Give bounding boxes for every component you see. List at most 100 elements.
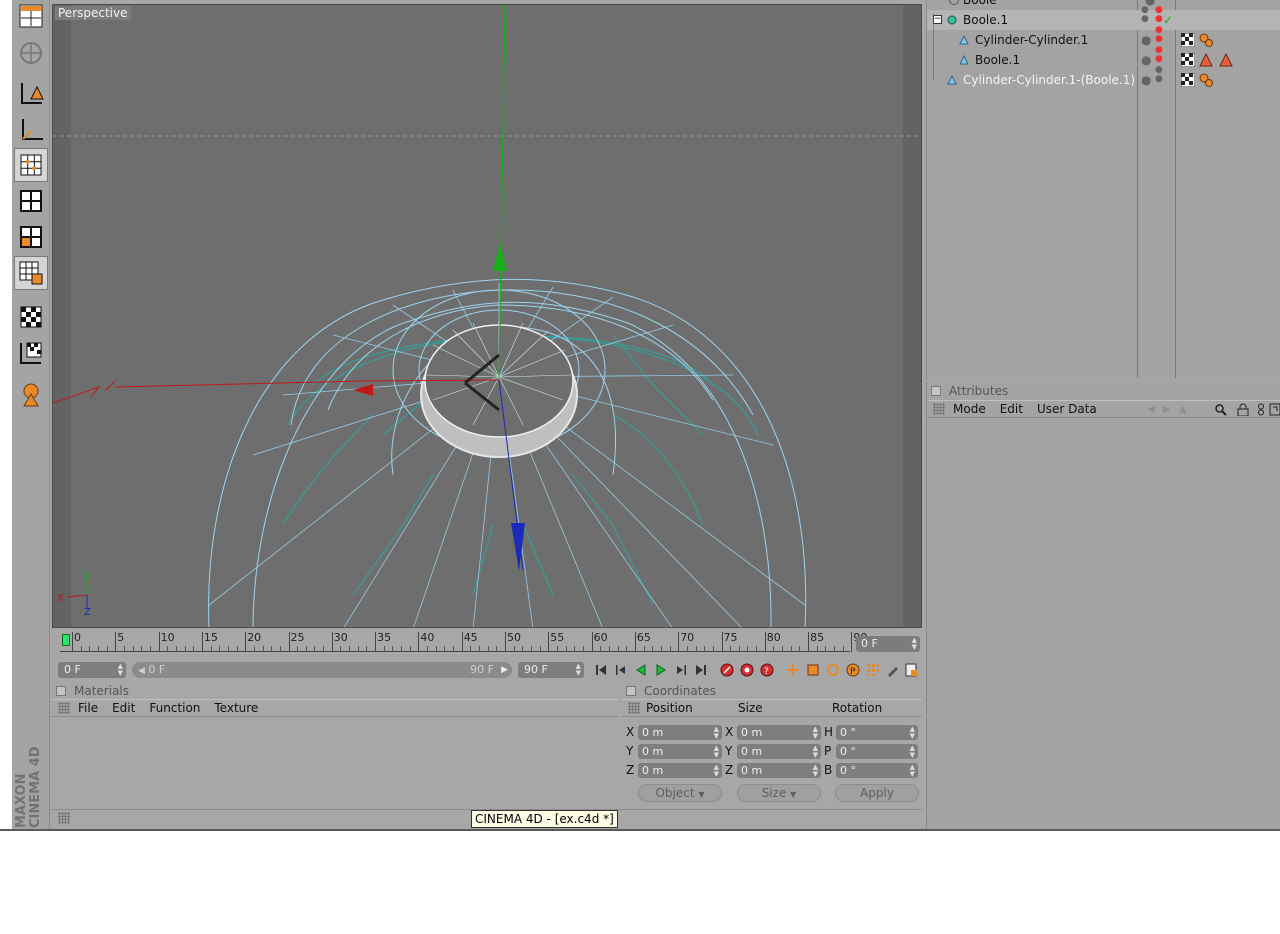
interpolation-button[interactable] (884, 662, 902, 678)
range-right-arrow[interactable]: ▶ (501, 662, 508, 678)
collapse-toggle-icon[interactable]: − (933, 15, 942, 24)
world-button[interactable] (14, 36, 48, 70)
uv-points-button[interactable] (14, 256, 48, 290)
link-icon[interactable] (1257, 403, 1265, 416)
phong-tag-icon[interactable] (1199, 73, 1213, 87)
materials-menu-function[interactable]: Function (149, 701, 200, 715)
record-button[interactable] (718, 662, 736, 678)
selection-tag-icon[interactable] (1219, 53, 1233, 67)
timeline-minor-tick (210, 646, 212, 652)
viewport-label[interactable]: Perspective (55, 6, 131, 20)
previous-key-icon (616, 665, 625, 675)
grip-icon[interactable] (58, 702, 70, 714)
attributes-menu-mode[interactable]: Mode (953, 402, 986, 416)
timeline-tick-mark (548, 632, 550, 652)
position-x-field[interactable]: 0 m ▲ ▼ (638, 725, 722, 740)
scheme-button[interactable] (902, 662, 920, 678)
lock-icon[interactable] (1237, 403, 1249, 416)
autokey-button[interactable] (738, 662, 756, 678)
grip-icon[interactable] (933, 403, 945, 415)
size-z-field[interactable]: 0 m ▲ ▼ (737, 763, 821, 778)
play-backward-button[interactable] (632, 662, 650, 678)
rotation-b-field[interactable]: 0 ° ▲ ▼ (836, 763, 918, 778)
range-left-arrow[interactable]: ◀ (138, 666, 145, 676)
panel-toggle-icon[interactable] (931, 386, 941, 396)
current-frame-field[interactable]: 0 F ▲ ▼ (856, 636, 920, 652)
render-dots-icon[interactable]: ● ● (1155, 46, 1163, 64)
render-dots-icon[interactable]: ● ● (1155, 26, 1163, 44)
apply-button[interactable]: Apply (835, 784, 919, 802)
size-x-field[interactable]: 0 m ▲ ▼ (737, 725, 821, 740)
range-slider[interactable]: ◀ 0 F 90 F ▶ (132, 662, 512, 678)
end-frame-field[interactable]: 90 F ▲ ▼ (518, 662, 584, 678)
key-parameter-button[interactable]: P (844, 662, 862, 678)
object-row-boole-1-child[interactable]: Boole.1 ● ● ● (927, 46, 1280, 70)
key-pla-button[interactable] (864, 662, 882, 678)
position-y-field[interactable]: 0 m ▲ ▼ (638, 744, 722, 759)
size-mode-select[interactable]: Size ▼ (737, 784, 821, 802)
start-frame-field[interactable]: 0 F ▲ ▼ (58, 662, 126, 678)
model-mode-button[interactable] (14, 76, 48, 110)
render-dots-icon[interactable]: ● ● (1155, 6, 1163, 24)
texture-tag-icon[interactable] (1181, 53, 1195, 67)
materials-menu-texture[interactable]: Texture (214, 701, 258, 715)
panel-toggle-icon[interactable] (56, 686, 66, 696)
search-icon[interactable] (1215, 404, 1227, 416)
render-dots-icon[interactable]: ● ● (1155, 66, 1163, 84)
size-y-field[interactable]: 0 m ▲ ▼ (737, 744, 821, 759)
object-row-boole-1[interactable]: − Boole.1 ● ● ● ● ✓ (927, 6, 1280, 30)
materials-menu-edit[interactable]: Edit (112, 701, 135, 715)
texture-axis-button[interactable] (14, 336, 48, 370)
visibility-dots-icon[interactable]: ● ● (1141, 6, 1149, 24)
point-mode-button[interactable] (14, 148, 48, 182)
playhead-marker[interactable] (62, 634, 70, 646)
rotation-h-field[interactable]: 0 ° ▲ ▼ (836, 725, 918, 740)
position-z-field[interactable]: 0 m ▲ ▼ (638, 763, 722, 778)
texture-tag-icon[interactable] (1181, 33, 1195, 47)
go-to-start-button[interactable] (592, 662, 610, 678)
nav-back-icon[interactable]: ◀ (1147, 401, 1155, 418)
object-row-cylinder-cylinder-1[interactable]: Cylinder-Cylinder.1 ● ● ● (927, 26, 1280, 50)
perspective-viewport[interactable]: Y X Z Perspective (52, 4, 922, 628)
attributes-menu-edit[interactable]: Edit (1000, 402, 1023, 416)
page-icon (905, 663, 917, 677)
nav-up-icon[interactable]: ▲ (1179, 401, 1187, 418)
next-key-button[interactable] (672, 662, 690, 678)
axis-mode-button[interactable] (14, 112, 48, 146)
timeline-ruler[interactable]: 051015202530354045505560657075808590 (52, 630, 922, 656)
materials-menu-file[interactable]: File (78, 701, 98, 715)
attributes-menu-user-data[interactable]: User Data (1037, 402, 1097, 416)
visibility-dots-icon[interactable]: ● (1141, 70, 1151, 90)
object-row-boole[interactable]: Boole ● (927, 0, 1280, 10)
new-window-icon[interactable] (1269, 403, 1280, 416)
keyframe-selection-button[interactable]: ? (758, 662, 776, 678)
texture-tag-icon[interactable] (1181, 73, 1195, 87)
edge-mode-button[interactable] (14, 184, 48, 218)
nav-forward-icon[interactable]: ▶ (1163, 401, 1171, 418)
selection-tag-icon[interactable] (1199, 53, 1213, 67)
timeline-tick-mark (245, 632, 247, 652)
visibility-dots-icon[interactable]: ● (1141, 30, 1151, 50)
key-position-button[interactable] (784, 662, 802, 678)
rotation-p-field[interactable]: 0 ° ▲ ▼ (836, 744, 918, 759)
texture-mode-button[interactable] (14, 300, 48, 334)
key-rotation-button[interactable] (824, 662, 842, 678)
view-layout-button[interactable] (14, 0, 48, 34)
go-to-end-button[interactable] (692, 662, 710, 678)
materials-area[interactable] (52, 718, 618, 808)
polygon-mode-button[interactable] (14, 220, 48, 254)
phong-tag-icon[interactable] (1199, 33, 1213, 47)
timeline-tick-mark (288, 632, 290, 652)
enabled-check-icon[interactable]: ✓ (1163, 10, 1173, 30)
previous-key-button[interactable] (612, 662, 630, 678)
timeline-minor-tick (279, 646, 281, 652)
key-scale-button[interactable] (804, 662, 822, 678)
objects-button[interactable] (14, 378, 48, 412)
object-row-cylinder-result[interactable]: Cylinder-Cylinder.1-(Boole.1) ● ● ● (927, 66, 1280, 90)
play-forward-button[interactable] (652, 662, 670, 678)
object-mode-select[interactable]: Object ▼ (638, 784, 722, 802)
scene-render[interactable]: Y X Z (53, 5, 922, 628)
panel-toggle-icon[interactable] (626, 686, 636, 696)
grip-icon[interactable] (628, 702, 640, 714)
visibility-dots-icon[interactable]: ● (1141, 50, 1151, 70)
